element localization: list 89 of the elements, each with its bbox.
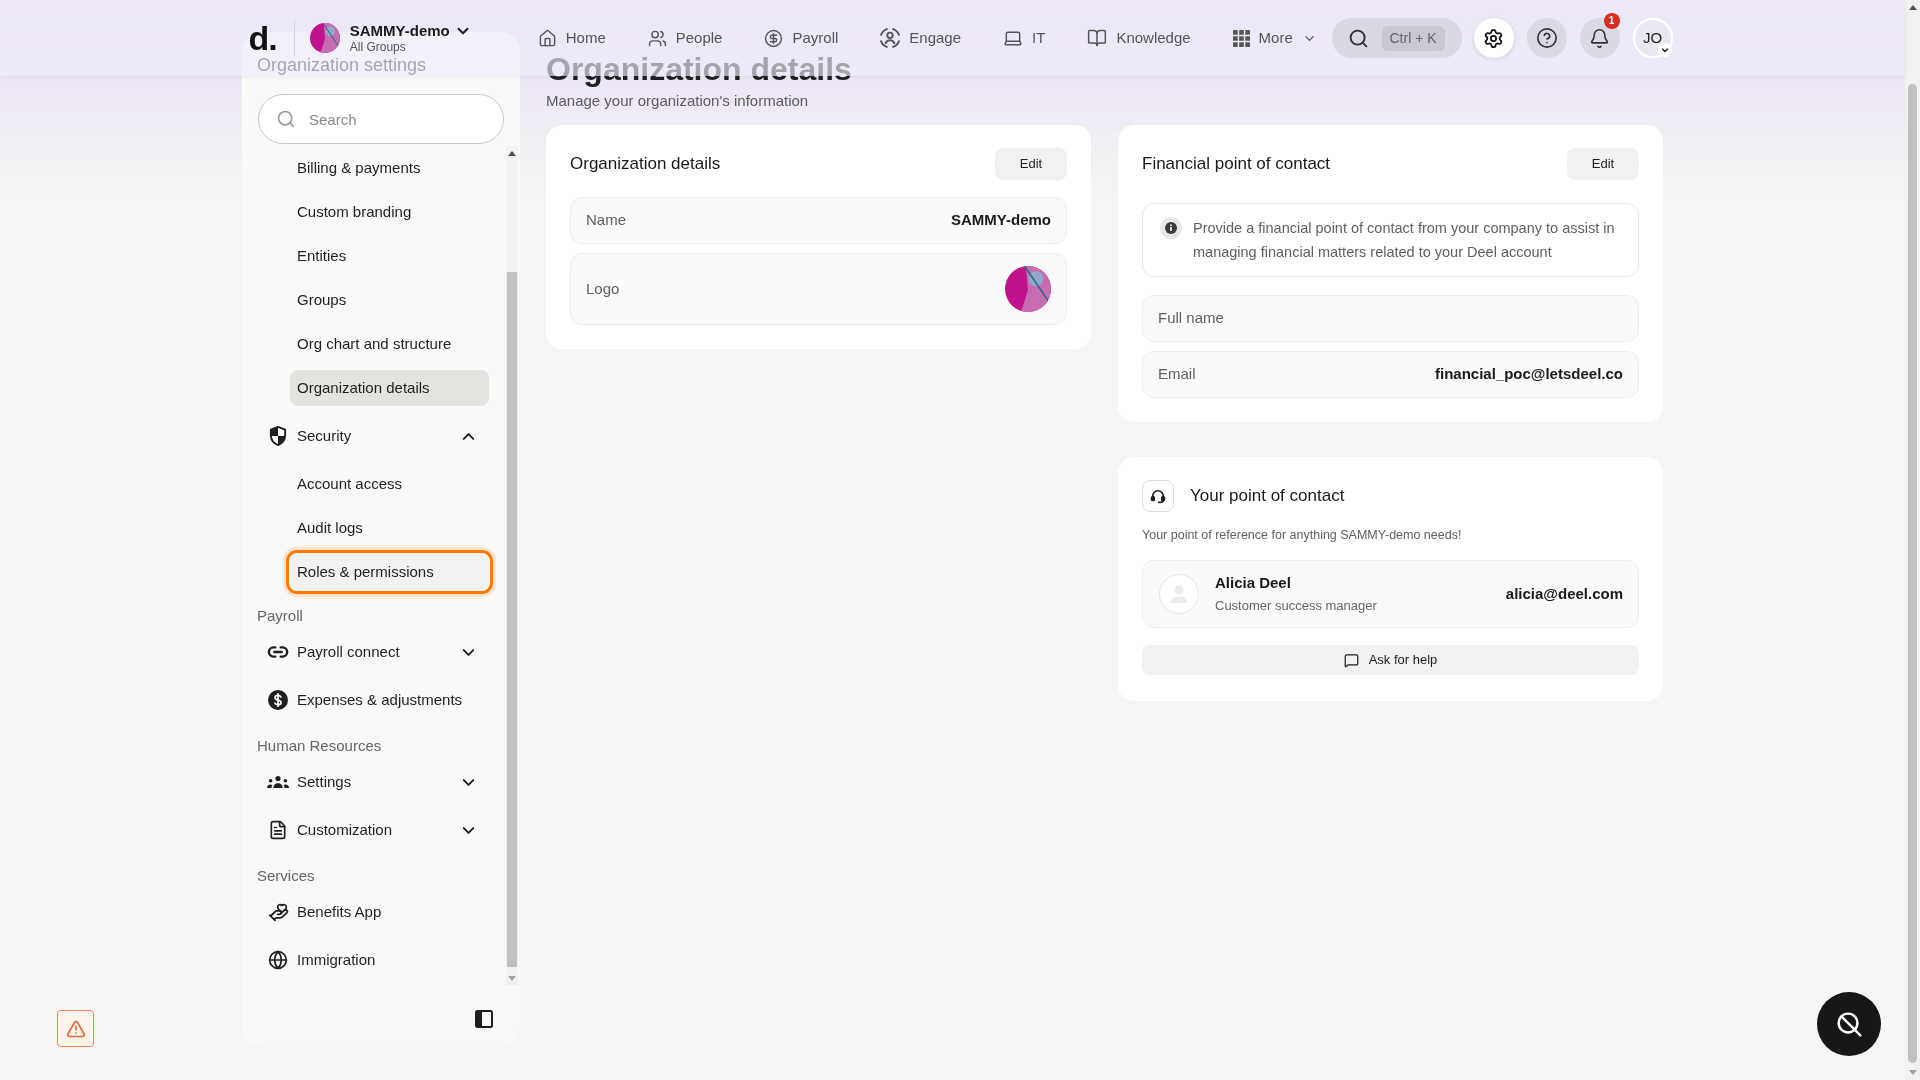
contact-email: alicia@deel.com	[1505, 583, 1623, 604]
sidebar-link[interactable]: Immigration	[258, 936, 489, 984]
help-icon	[1535, 27, 1558, 49]
organization-switcher[interactable]: SAMMY-demo All Groups	[309, 21, 472, 55]
sidebar-item[interactable]: Entities	[290, 238, 489, 274]
sidebar-group[interactable]: Customization	[258, 806, 489, 854]
search-button[interactable]: Ctrl + K	[1331, 18, 1462, 58]
hand-heart-icon	[267, 901, 289, 923]
sidebar-group[interactable]: Security	[258, 412, 489, 460]
section-heading: Payroll	[257, 606, 303, 626]
sidebar-link[interactable]: Benefits App	[258, 888, 489, 936]
dollar-circle-icon	[268, 690, 288, 710]
field-label: Logo	[586, 278, 620, 299]
sidebar-item[interactable]: Organization details	[290, 370, 489, 406]
search-field[interactable]: Search	[258, 94, 504, 144]
section-heading: Services	[257, 866, 315, 886]
dollar-circle-icon	[764, 28, 784, 48]
sidebar-item[interactable]: Groups	[290, 282, 489, 318]
people-icon	[647, 28, 667, 48]
field-label: Email	[1158, 364, 1196, 385]
nav-tab[interactable]: Home	[537, 28, 606, 48]
settings-button[interactable]	[1473, 18, 1514, 58]
search-icon	[1347, 27, 1369, 49]
field-value: financial_poc@letsdeel.co	[1434, 364, 1623, 385]
sidebar-item[interactable]: Roles & permissions	[290, 554, 489, 590]
person-avatar-icon	[1159, 574, 1199, 614]
field-label: Name	[586, 210, 626, 231]
scrollbar-thumb[interactable]	[507, 272, 517, 967]
section-heading: Human Resources	[257, 736, 382, 756]
grid-icon	[1232, 29, 1250, 47]
nav-tab[interactable]: Engage	[880, 28, 962, 48]
sidebar-item[interactable]: Audit logs	[290, 510, 489, 546]
nav-tab[interactable]: People	[647, 28, 723, 48]
nav-tab[interactable]: More	[1232, 28, 1317, 48]
panel-left-icon	[475, 1010, 493, 1028]
contact-role: Customer success manager	[1215, 597, 1377, 615]
account-menu-button[interactable]: JO	[1632, 18, 1673, 58]
card-title: Financial point of contact	[1142, 153, 1331, 175]
shield-icon	[268, 426, 288, 446]
bell-icon	[1589, 27, 1610, 49]
scrollbar-thumb[interactable]	[1908, 84, 1917, 1063]
chat-bubble-icon	[1343, 652, 1359, 668]
nav-tab[interactable]: IT	[1003, 28, 1046, 48]
edit-button[interactable]: Edit	[995, 148, 1067, 180]
org-logo-icon	[309, 23, 340, 53]
person-circle-icon	[880, 28, 901, 48]
nav-tab[interactable]: Payroll	[764, 28, 839, 48]
warning-button[interactable]	[57, 1010, 94, 1047]
help-button[interactable]	[1526, 18, 1567, 58]
caret-up-icon	[508, 151, 516, 156]
shortcut-hint: Ctrl + K	[1381, 25, 1445, 51]
sidebar-toggle-button[interactable]	[475, 1010, 493, 1028]
sidebar-item[interactable]: Custom branding	[290, 194, 489, 230]
notice-text: Provide a financial point of contact from your company to assist in managing financial matters related to your Deel account	[1193, 219, 1616, 262]
card-title: Organization details	[570, 153, 721, 175]
caret-down-icon	[1908, 1070, 1917, 1075]
page-subtitle: Manage your organization's information	[546, 91, 809, 111]
globe-icon	[268, 950, 288, 970]
notifications-button[interactable]	[1579, 18, 1620, 58]
page-title: Organization details	[546, 50, 852, 88]
field-label: Full name	[1158, 308, 1224, 329]
info-icon	[1160, 217, 1182, 239]
ask-for-help-button[interactable]: Ask for help	[1142, 645, 1639, 675]
field-value: SAMMY-demo	[951, 210, 1051, 231]
chevron-down-icon	[1657, 43, 1672, 57]
edit-button[interactable]: Edit	[1567, 148, 1639, 180]
contact-name: Alicia Deel	[1215, 573, 1291, 593]
org-logo-icon	[1005, 266, 1051, 312]
card-description: Your point of reference for anything SAMMY-demo needs!	[1142, 527, 1462, 543]
caret-up-icon	[1908, 5, 1917, 10]
sidebar-group[interactable]: Settings	[258, 758, 489, 806]
home-icon	[537, 28, 557, 48]
notification-badge: 1	[1603, 13, 1620, 29]
nav-tab[interactable]: Knowledge	[1087, 28, 1191, 48]
sidebar-item[interactable]: Account access	[290, 466, 489, 502]
document-icon	[268, 820, 288, 840]
sidebar-item[interactable]: Billing & payments	[290, 150, 489, 186]
search-icon	[276, 109, 296, 129]
sidebar-item[interactable]: Org chart and structure	[290, 326, 489, 362]
settings-icon	[1483, 27, 1504, 49]
people-group-icon	[267, 775, 289, 789]
sidebar-group[interactable]: Payroll connect	[258, 628, 489, 676]
caret-down-icon	[508, 976, 516, 981]
headset-icon	[1142, 480, 1174, 512]
laptop-icon	[1003, 28, 1024, 48]
warning-icon	[65, 1018, 86, 1039]
card-title: Your point of contact	[1190, 485, 1345, 507]
sidebar-link[interactable]: Expenses & adjustments	[258, 676, 489, 724]
book-icon	[1087, 28, 1108, 48]
